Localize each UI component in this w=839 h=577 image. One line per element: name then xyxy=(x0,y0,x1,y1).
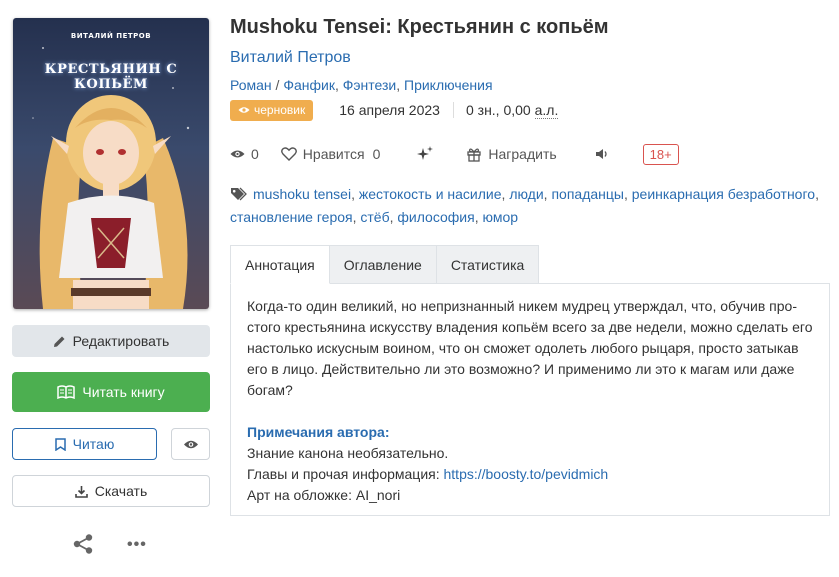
genre-link[interactable]: Фанфик xyxy=(283,77,335,93)
pencil-icon xyxy=(53,335,66,348)
eye-icon xyxy=(230,149,245,159)
tag-link[interactable]: юмор xyxy=(483,209,519,225)
eye-icon xyxy=(183,439,199,450)
more-icon[interactable]: ••• xyxy=(127,536,147,554)
reading-status-button[interactable]: Читаю xyxy=(12,428,157,460)
sparkle-icon xyxy=(417,146,434,162)
eye-icon xyxy=(238,106,250,114)
status-badge-label: черновик xyxy=(254,103,306,117)
annotation-panel: Когда-то один великий, но непризнанный н… xyxy=(230,283,830,516)
read-book-label: Читать книгу xyxy=(82,384,165,400)
book-size-value: 0 зн., 0,00 xyxy=(465,102,531,118)
tag-link[interactable]: люди xyxy=(509,186,543,202)
tag-list: mushoku tensei, жестокость и насилие, лю… xyxy=(230,186,819,225)
tag-icon xyxy=(230,186,248,207)
listen-button[interactable] xyxy=(595,148,610,160)
book-sidebar: ВИТАЛИЙ ПЕТРОВ КРЕСТЬЯНИН С КОПЬЁМ Редак… xyxy=(12,18,210,554)
cover-title-text: КРЕСТЬЯНИН С КОПЬЁМ xyxy=(44,62,178,92)
author-note: Главы и прочая информация: https://boost… xyxy=(247,464,813,485)
age-rating-badge: 18+ xyxy=(642,143,679,165)
author-note: Арт на обложке: AI_nori xyxy=(247,487,401,503)
book-meta: черновик 16 апреля 2023 0 зн., 0,00 а.л. xyxy=(230,99,559,121)
bookmark-icon xyxy=(54,437,66,451)
author-note-prefix: Главы и прочая информация: xyxy=(247,466,444,482)
tag-link[interactable]: попаданцы xyxy=(551,186,624,202)
watch-button[interactable] xyxy=(171,428,210,460)
author-link[interactable]: Виталий Петров xyxy=(230,49,351,67)
book-icon xyxy=(57,385,76,399)
reward-button[interactable]: Наградить xyxy=(467,146,557,162)
actions-row: 0 Нравится 0 Наградить 18+ xyxy=(230,142,679,166)
tab-bar: Аннотация Оглавление Статистика xyxy=(230,245,540,284)
gift-icon xyxy=(467,147,482,162)
book-cover-image[interactable]: ВИТАЛИЙ ПЕТРОВ КРЕСТЬЯНИН С КОПЬЁМ xyxy=(13,18,209,309)
heart-icon xyxy=(280,147,297,161)
like-label: Нравится xyxy=(302,146,365,162)
tag-link[interactable]: жестокость и насилие xyxy=(359,186,502,202)
download-label: Скачать xyxy=(94,483,148,499)
status-badge: черновик xyxy=(230,99,314,121)
tab-annotation[interactable]: Аннотация xyxy=(230,245,330,284)
genre-link[interactable]: Фэнтези xyxy=(343,77,397,93)
book-title: Mushoku Tensei: Крестьянин с копьём xyxy=(230,16,609,38)
book-size: 0 зн., 0,00 а.л. xyxy=(465,102,559,119)
download-button[interactable]: Скачать xyxy=(12,475,210,507)
reading-status-label: Читаю xyxy=(72,436,115,452)
edit-button-label: Редактировать xyxy=(72,333,170,349)
speaker-icon xyxy=(595,148,610,160)
tab-statistics[interactable]: Статистика xyxy=(435,245,540,284)
read-book-button[interactable]: Читать книгу xyxy=(12,372,210,412)
views-counter: 0 xyxy=(230,146,259,162)
tag-link[interactable]: философия xyxy=(397,209,474,225)
publish-date: 16 апреля 2023 xyxy=(339,102,454,118)
sparkle-button[interactable] xyxy=(417,146,434,162)
size-unit: а.л. xyxy=(534,102,559,119)
genre-link[interactable]: Приключения xyxy=(404,77,493,93)
tag-link[interactable]: становление героя xyxy=(230,209,353,225)
views-count: 0 xyxy=(251,146,259,162)
author-note: Знание канона необязательно. xyxy=(247,445,449,461)
genre-link[interactable]: Роман xyxy=(230,77,272,93)
genre-list: Роман / Фанфик, Фэнтези, Приключения xyxy=(230,77,493,93)
cover-author-text: ВИТАЛИЙ ПЕТРОВ xyxy=(70,32,152,40)
tag-link[interactable]: mushoku tensei xyxy=(253,186,351,202)
likes-count: 0 xyxy=(372,146,381,162)
author-notes-title: Примечания автора: xyxy=(247,424,390,440)
annotation-text: Когда-то один великий, но непризнанный н… xyxy=(247,298,813,398)
edit-button[interactable]: Редактировать xyxy=(12,325,210,357)
like-button[interactable]: Нравится 0 xyxy=(280,146,381,162)
download-icon xyxy=(74,485,88,498)
share-icon[interactable] xyxy=(72,533,94,560)
tab-contents[interactable]: Оглавление xyxy=(328,245,437,284)
reward-label: Наградить xyxy=(488,146,557,162)
tag-link[interactable]: стёб xyxy=(360,209,389,225)
boosty-link[interactable]: https://boosty.to/pevidmich xyxy=(444,466,609,482)
tag-link[interactable]: реинкарнация безработного xyxy=(632,186,815,202)
